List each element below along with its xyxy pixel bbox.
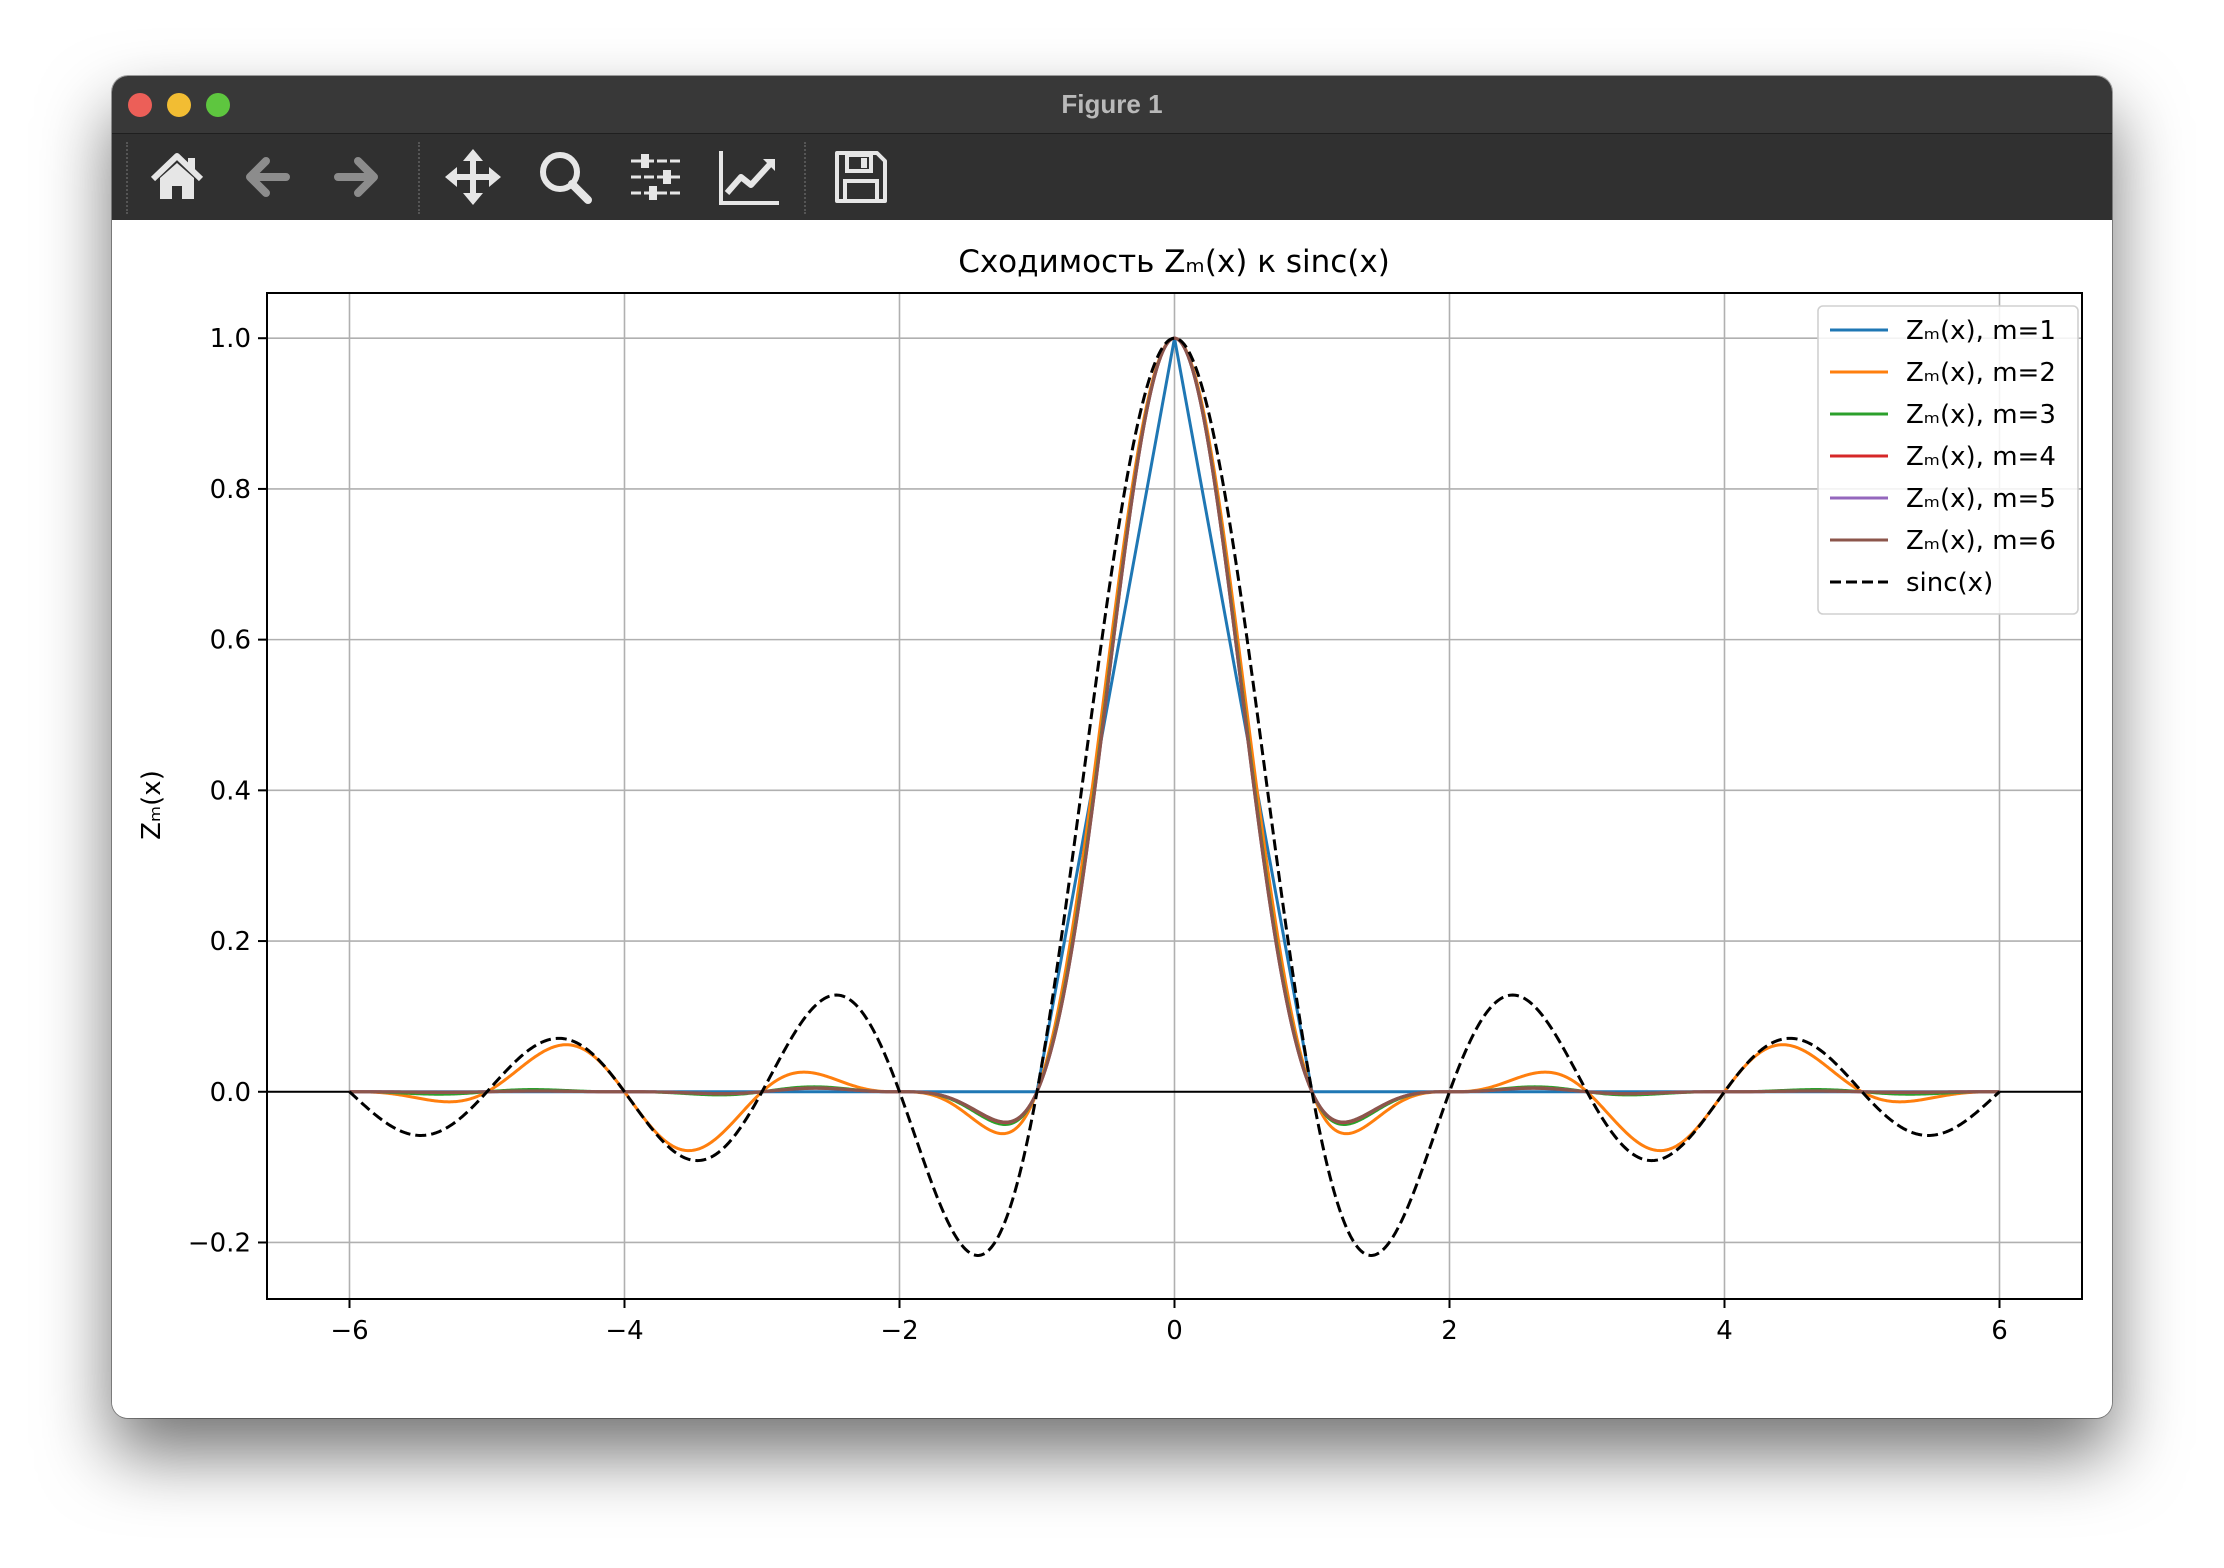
grid xyxy=(267,293,2082,1299)
legend-label: Zₘ(x), m=1 xyxy=(1906,316,2056,346)
y-tick-label: 0.4 xyxy=(210,776,251,806)
legend-label: Zₘ(x), m=2 xyxy=(1906,358,2056,388)
ticks: −6 −4 −2 0 2 4 6 −0.2 0.0 0.2 0.4 0.6 0.8 1.0 xyxy=(188,324,2008,1346)
x-tick-label: 4 xyxy=(1716,1316,1733,1346)
move-icon xyxy=(445,149,501,205)
forward-button[interactable] xyxy=(322,145,392,209)
y-tick-label: 0.0 xyxy=(210,1078,251,1108)
toolbar-separator xyxy=(804,142,806,214)
plot-canvas[interactable]: −6 −4 −2 0 2 4 6 −0.2 0.0 0.2 0.4 0.6 0.8 1.0 Сходимо… xyxy=(112,220,2112,1418)
arrow-right-icon xyxy=(334,157,378,197)
legend-label: Zₘ(x), m=5 xyxy=(1906,484,2056,514)
title-bar: Figure 1 xyxy=(112,76,2112,134)
sliders-icon xyxy=(631,154,683,200)
y-tick-label: −0.2 xyxy=(188,1228,251,1258)
toolbar-separator xyxy=(126,142,128,214)
home-icon xyxy=(150,153,204,199)
chart[interactable]: −6 −4 −2 0 2 4 6 −0.2 0.0 0.2 0.4 0.6 0.8 1.0 Сходимо… xyxy=(112,220,2112,1418)
x-tick-label: 2 xyxy=(1441,1316,1458,1346)
floppy-disk-icon xyxy=(835,151,887,203)
y-tick-label: 1.0 xyxy=(210,324,251,354)
window-title: Figure 1 xyxy=(1061,89,1163,119)
save-button[interactable] xyxy=(826,145,896,209)
pan-button[interactable] xyxy=(438,145,508,209)
legend-label: sinc(x) xyxy=(1906,568,1993,598)
zoom-button[interactable] xyxy=(530,145,600,209)
arrow-left-icon xyxy=(246,157,290,197)
back-button[interactable] xyxy=(232,145,302,209)
y-axis-label: Zₘ(x) xyxy=(137,770,167,840)
x-tick-label: −4 xyxy=(605,1316,643,1346)
toolbar-separator xyxy=(418,142,420,214)
x-tick-label: −2 xyxy=(880,1316,918,1346)
customize-button[interactable] xyxy=(714,145,784,209)
y-tick-label: 0.8 xyxy=(210,475,251,505)
x-tick-label: 6 xyxy=(1991,1316,2008,1346)
figure-window: Figure 1 −6 −4 −2 0 2 4 6 −0.2 0.0 0.2 0… xyxy=(112,76,2112,1418)
magnifier-icon xyxy=(540,152,592,204)
home-button[interactable] xyxy=(142,145,212,209)
subplots-button[interactable] xyxy=(622,145,692,209)
x-tick-label: 0 xyxy=(1166,1316,1183,1346)
x-tick-label: −6 xyxy=(330,1316,368,1346)
legend: Zₘ(x), m=1 Zₘ(x), m=2 Zₘ(x), m=3 Zₘ(x), m=4… xyxy=(1817,305,2079,615)
legend-label: Zₘ(x), m=6 xyxy=(1906,526,2056,556)
line-chart-icon xyxy=(719,151,779,205)
legend-label: Zₘ(x), m=4 xyxy=(1906,442,2056,472)
legend-label: Zₘ(x), m=3 xyxy=(1906,400,2056,430)
y-tick-label: 0.2 xyxy=(210,927,251,957)
chart-title: Сходимость Zₘ(x) к sinc(x) xyxy=(958,244,1390,280)
y-tick-label: 0.6 xyxy=(210,626,251,656)
navigation-toolbar xyxy=(112,134,2112,220)
